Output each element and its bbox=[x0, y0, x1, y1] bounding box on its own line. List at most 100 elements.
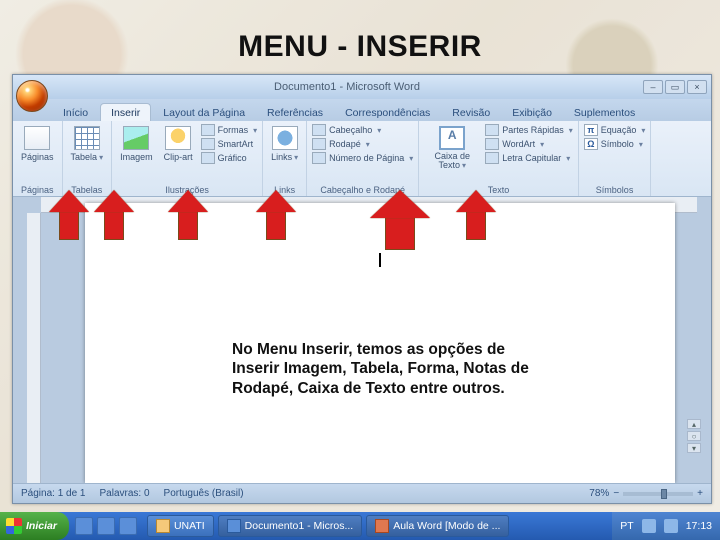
group-paginas: Páginas Páginas bbox=[13, 121, 63, 196]
tab-referencias[interactable]: Referências bbox=[257, 104, 333, 121]
window-controls: – ▭ × bbox=[643, 80, 707, 94]
quick-launch-icon[interactable] bbox=[97, 517, 115, 535]
group-links: Links▾ Links bbox=[263, 121, 307, 196]
windows-flag-icon bbox=[6, 518, 22, 534]
slide-body-text: No Menu Inserir, temos as opções de Inse… bbox=[232, 340, 532, 398]
text-cursor bbox=[379, 253, 381, 267]
table-icon bbox=[74, 126, 100, 150]
pages-icon bbox=[24, 126, 50, 150]
grafico-button[interactable]: Gráfico bbox=[201, 152, 258, 164]
minimize-button[interactable]: – bbox=[643, 80, 663, 94]
start-label: Iniciar bbox=[26, 520, 57, 532]
maximize-button[interactable]: ▭ bbox=[665, 80, 685, 94]
caixa-texto-button[interactable]: A Caixa de Texto▾ bbox=[424, 124, 480, 172]
arrow-texto bbox=[456, 190, 496, 240]
clipart-button[interactable]: Clip-art bbox=[161, 124, 196, 164]
chevron-down-icon: ▾ bbox=[253, 126, 257, 135]
simbolos-list: πEquação▾ ΩSímbolo▾ bbox=[584, 124, 646, 150]
window-title: Documento1 - Microsoft Word bbox=[51, 81, 643, 93]
close-button[interactable]: × bbox=[687, 80, 707, 94]
task-label: Documento1 - Micros... bbox=[245, 520, 354, 532]
group-cabecalho-rodape: Cabeçalho▾ Rodapé▾ Número de Página▾ Cab… bbox=[307, 121, 419, 196]
scroll-up-button[interactable]: ▴ bbox=[687, 419, 701, 429]
equacao-button[interactable]: πEquação▾ bbox=[584, 124, 646, 136]
chart-icon bbox=[201, 152, 215, 164]
cabecalho-button[interactable]: Cabeçalho▾ bbox=[312, 124, 413, 136]
paginas-label: Páginas bbox=[21, 152, 54, 162]
word-icon bbox=[227, 519, 241, 533]
chevron-down-icon: ▾ bbox=[639, 140, 643, 149]
letra-capitular-button[interactable]: Letra Capitular▾ bbox=[485, 152, 573, 164]
task-label: Aula Word [Modo de ... bbox=[393, 520, 500, 532]
ilustracoes-small-list: Formas▾ SmartArt Gráfico bbox=[201, 124, 258, 164]
quickparts-icon bbox=[485, 124, 499, 136]
clipart-label: Clip-art bbox=[164, 152, 193, 162]
chevron-down-icon: ▾ bbox=[566, 154, 570, 163]
simbolo-button[interactable]: ΩSímbolo▾ bbox=[584, 138, 646, 150]
tabela-button[interactable]: Tabela▾ bbox=[68, 124, 107, 164]
system-tray: PT 17:13 bbox=[612, 512, 720, 540]
links-label: Links▾ bbox=[271, 152, 298, 162]
scroll-marker[interactable]: ○ bbox=[687, 431, 701, 441]
wordart-button[interactable]: WordArt▾ bbox=[485, 138, 573, 150]
slide-title: MENU - INSERIR bbox=[0, 30, 720, 64]
task-word[interactable]: Documento1 - Micros... bbox=[218, 515, 363, 537]
office-button[interactable] bbox=[16, 80, 48, 112]
task-powerpoint[interactable]: Aula Word [Modo de ... bbox=[366, 515, 509, 537]
symbol-icon: Ω bbox=[584, 138, 598, 150]
start-button[interactable]: Iniciar bbox=[0, 512, 69, 540]
chevron-down-icon: ▾ bbox=[377, 126, 381, 135]
links-button[interactable]: Links▾ bbox=[268, 124, 301, 164]
smartart-button[interactable]: SmartArt bbox=[201, 138, 258, 150]
zoom-value: 78% bbox=[589, 488, 609, 499]
language-indicator[interactable]: PT bbox=[620, 520, 633, 532]
numero-pagina-button[interactable]: Número de Página▾ bbox=[312, 152, 413, 164]
textbox-icon: A bbox=[439, 126, 465, 150]
tab-inicio[interactable]: Início bbox=[53, 104, 98, 121]
zoom-minus-icon[interactable]: − bbox=[613, 488, 619, 499]
clipart-icon bbox=[165, 126, 191, 150]
tab-suplementos[interactable]: Suplementos bbox=[564, 104, 645, 121]
chevron-down-icon: ▾ bbox=[294, 153, 298, 162]
links-icon bbox=[272, 126, 298, 150]
chevron-down-icon: ▾ bbox=[462, 161, 466, 170]
paginas-button[interactable]: Páginas bbox=[18, 124, 57, 164]
tab-exibicao[interactable]: Exibição bbox=[502, 104, 562, 121]
partes-rapidas-button[interactable]: Partes Rápidas▾ bbox=[485, 124, 573, 136]
shapes-icon bbox=[201, 124, 215, 136]
tab-revisao[interactable]: Revisão bbox=[442, 104, 500, 121]
tab-correspondencias[interactable]: Correspondências bbox=[335, 104, 440, 121]
status-palavras: Palavras: 0 bbox=[100, 488, 150, 499]
ribbon-tabs: Início Inserir Layout da Página Referênc… bbox=[13, 99, 711, 121]
chevron-down-icon: ▾ bbox=[99, 153, 103, 162]
clock[interactable]: 17:13 bbox=[686, 520, 712, 532]
chevron-down-icon: ▾ bbox=[366, 140, 370, 149]
tab-layout[interactable]: Layout da Página bbox=[153, 104, 255, 121]
group-ilustracoes: Imagem Clip-art Formas▾ SmartArt Gráfico… bbox=[112, 121, 263, 196]
zoom-thumb[interactable] bbox=[661, 489, 667, 499]
quick-launch-icon[interactable] bbox=[119, 517, 137, 535]
quick-launch-icon[interactable] bbox=[75, 517, 93, 535]
wordart-icon bbox=[485, 138, 499, 150]
tab-inserir[interactable]: Inserir bbox=[100, 103, 151, 121]
zoom-plus-icon[interactable]: + bbox=[697, 488, 703, 499]
group-label-texto: Texto bbox=[424, 184, 573, 195]
formas-button[interactable]: Formas▾ bbox=[201, 124, 258, 136]
scroll-down-button[interactable]: ▾ bbox=[687, 443, 701, 453]
arrow-paginas bbox=[49, 190, 89, 240]
rodape-button[interactable]: Rodapé▾ bbox=[312, 138, 413, 150]
texto-small-list: Partes Rápidas▾ WordArt▾ Letra Capitular… bbox=[485, 124, 573, 164]
imagem-button[interactable]: Imagem bbox=[117, 124, 156, 164]
tray-icon[interactable] bbox=[664, 519, 678, 533]
tray-icon[interactable] bbox=[642, 519, 656, 533]
imagem-label: Imagem bbox=[120, 152, 153, 162]
chevron-down-icon: ▾ bbox=[641, 126, 645, 135]
zoom-control[interactable]: 78% − + bbox=[589, 488, 703, 499]
page-number-icon bbox=[312, 152, 326, 164]
task-unati[interactable]: UNATI bbox=[147, 515, 214, 537]
zoom-slider[interactable] bbox=[623, 492, 693, 496]
cabecalho-list: Cabeçalho▾ Rodapé▾ Número de Página▾ bbox=[312, 124, 413, 164]
arrow-tabela bbox=[94, 190, 134, 240]
vertical-ruler[interactable] bbox=[27, 213, 41, 483]
titlebar: Documento1 - Microsoft Word – ▭ × bbox=[13, 75, 711, 99]
